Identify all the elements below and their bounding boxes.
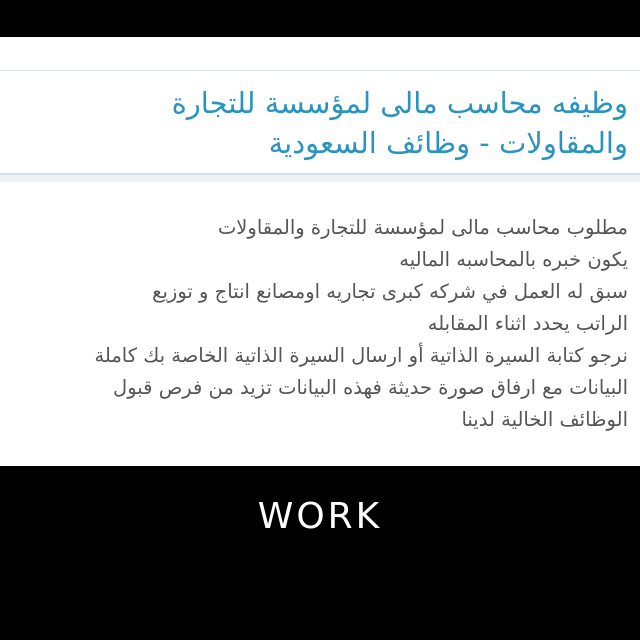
post-body: مطلوب محاسب مالى لمؤسسة للتجارة والمقاول…: [0, 212, 628, 436]
body-line: مطلوب محاسب مالى لمؤسسة للتجارة والمقاول…: [217, 216, 628, 239]
post-title[interactable]: وظيفه محاسب مالى لمؤسسة للتجارة والمقاول…: [8, 83, 628, 163]
top-black-bar: [0, 0, 640, 37]
footer-work-label: WORK: [257, 496, 383, 537]
body-line: الراتب يحدد اثناء المقابله: [427, 312, 628, 335]
job-post-panel: وظيفه محاسب مالى لمؤسسة للتجارة والمقاول…: [0, 37, 640, 466]
body-line: نرجو كتابة السيرة الذاتية أو ارسال السير…: [94, 344, 628, 367]
body-line: سبق له العمل في شركه كبرى تجاريه اومصانع…: [152, 280, 628, 303]
footer-banner: WORK: [0, 466, 640, 640]
body-line: يكون خبره بالمحاسبه الماليه: [399, 248, 628, 271]
body-line: البيانات مع ارفاق صورة حديثة فهذه البيان…: [113, 376, 628, 399]
title-card: وظيفه محاسب مالى لمؤسسة للتجارة والمقاول…: [0, 70, 640, 182]
body-line: الوظائف الخالية لدينا: [461, 408, 628, 431]
screenshot-frame: وظيفه محاسب مالى لمؤسسة للتجارة والمقاول…: [0, 0, 640, 640]
